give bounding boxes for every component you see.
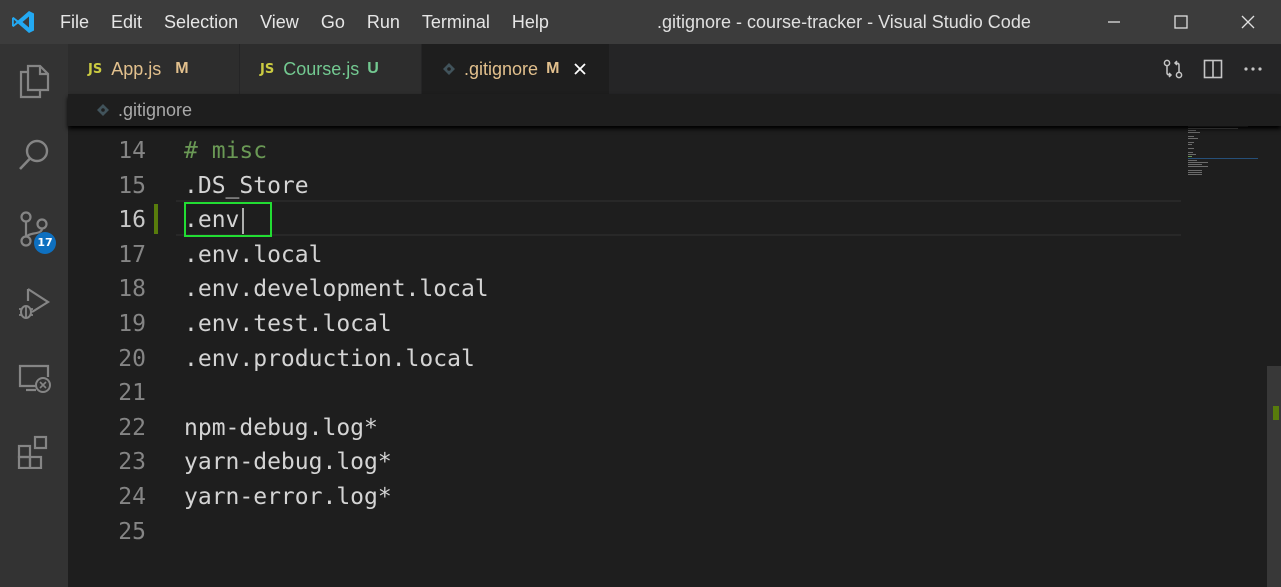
activity-extensions[interactable] <box>0 414 68 488</box>
line-number: 22 <box>118 414 146 441</box>
activity-explorer[interactable] <box>0 44 68 118</box>
menu-go[interactable]: Go <box>310 0 356 44</box>
breadcrumb: .gitignore <box>68 94 1281 126</box>
editor-actions <box>1161 44 1265 94</box>
menu-run[interactable]: Run <box>356 0 411 44</box>
window-controls <box>1080 0 1281 44</box>
run-debug-icon <box>19 288 51 319</box>
menu-file[interactable]: File <box>46 0 100 44</box>
activity-source-control[interactable]: 17 <box>0 192 68 266</box>
line-text: .DS_Store <box>184 172 309 199</box>
line-number: 20 <box>118 345 146 372</box>
tab-gitignore[interactable]: .gitignore M <box>422 44 610 94</box>
line-number: 24 <box>118 484 146 510</box>
code-line: 19 .env.test.local <box>68 307 1188 342</box>
extensions-icon <box>17 435 48 469</box>
tab-label: App.js <box>111 58 162 79</box>
editor-tab-bar: JS App.js M JS Course.js U .gitignore M <box>68 44 1281 94</box>
source-control-badge: 17 <box>34 232 56 254</box>
vertical-scrollbar[interactable] <box>1267 126 1281 587</box>
close-icon <box>1241 15 1254 29</box>
line-text: npm-debug.log* <box>184 414 378 441</box>
line-number: 19 <box>118 311 146 337</box>
breadcrumb-file[interactable]: .gitignore <box>118 100 192 121</box>
window-title: .gitignore - course-tracker - Visual Stu… <box>657 12 1031 32</box>
close-window-button[interactable] <box>1214 0 1281 44</box>
tab-app-js[interactable]: JS App.js M <box>68 44 240 94</box>
javascript-file-icon: JS <box>260 61 275 77</box>
code-line: 14 # misc <box>68 134 1188 169</box>
menu-bar: File Edit Selection View Go Run Terminal… <box>46 0 560 44</box>
line-number: 18 <box>118 276 146 303</box>
tab-git-status: M <box>546 60 560 77</box>
minimap[interactable] <box>1186 126 1266 186</box>
line-text: .env.test.local <box>184 311 392 337</box>
split-editor-button[interactable] <box>1201 57 1225 81</box>
title-bar: File Edit Selection View Go Run Terminal… <box>0 0 1281 44</box>
split-editor-icon <box>1203 59 1223 79</box>
code-line: 22 npm-debug.log* <box>68 411 1188 446</box>
remote-explorer-icon <box>18 364 51 393</box>
tab-label: Course.js <box>283 58 360 79</box>
code-line: 17 .env.local <box>68 238 1188 273</box>
code-line: 18 .env.development.local <box>68 272 1188 307</box>
activity-run-debug[interactable] <box>0 266 68 340</box>
scrollbar-change-marker <box>1273 406 1279 420</box>
search-icon <box>19 139 49 170</box>
activity-search[interactable] <box>0 118 68 192</box>
menu-terminal[interactable]: Terminal <box>411 0 501 44</box>
menu-view[interactable]: View <box>249 0 310 44</box>
code-line: 20 .env.production.local <box>68 342 1188 377</box>
line-number: 17 <box>118 241 146 268</box>
close-icon <box>574 63 587 75</box>
scrollbar-thumb[interactable] <box>1267 366 1281 587</box>
tab-course-js[interactable]: JS Course.js U <box>240 44 422 94</box>
more-actions-icon <box>1244 67 1262 71</box>
minimize-button[interactable] <box>1080 0 1147 44</box>
tab-close-button[interactable] <box>571 60 589 78</box>
code-editor[interactable]: 14 # misc 15 .DS_Store 16 .env 17 .env.l… <box>68 126 1281 587</box>
more-actions-button[interactable] <box>1241 57 1265 81</box>
line-text: # misc <box>184 138 268 164</box>
vscode-logo-icon <box>0 0 46 44</box>
activity-bar: 17 <box>0 44 68 587</box>
line-number: 15 <box>118 172 146 199</box>
code-line: 21 <box>68 376 1188 411</box>
line-text: .env.local <box>184 241 323 268</box>
menu-selection[interactable]: Selection <box>153 0 249 44</box>
minimize-icon <box>1107 21 1120 23</box>
line-number: 25 <box>118 518 146 545</box>
maximize-icon <box>1173 15 1188 29</box>
tab-label: .gitignore <box>464 58 539 79</box>
text-cursor <box>242 208 244 234</box>
code-line: 25 <box>68 515 1188 550</box>
tab-git-status: M <box>175 60 189 77</box>
line-number: 16 <box>118 207 146 234</box>
gitignore-file-icon <box>442 62 456 76</box>
tab-git-status: U <box>367 60 379 77</box>
activity-remote-explorer[interactable] <box>0 340 68 414</box>
code-line: 15 .DS_Store <box>68 169 1188 204</box>
javascript-file-icon: JS <box>88 61 103 77</box>
menu-edit[interactable]: Edit <box>100 0 153 44</box>
line-number: 23 <box>118 449 146 476</box>
selection-highlight-box <box>184 202 272 237</box>
line-number: 21 <box>118 380 146 407</box>
line-text: .env.production.local <box>184 345 475 372</box>
open-changes-icon <box>1163 59 1183 79</box>
gitignore-file-icon <box>96 103 110 117</box>
files-icon <box>19 64 50 99</box>
line-text: yarn-error.log* <box>184 484 392 510</box>
line-number: 14 <box>118 138 146 164</box>
code-line: 23 yarn-debug.log* <box>68 445 1188 480</box>
line-text: yarn-debug.log* <box>184 449 392 476</box>
code-line: 24 yarn-error.log* <box>68 480 1188 515</box>
maximize-button[interactable] <box>1147 0 1214 44</box>
open-changes-button[interactable] <box>1161 57 1185 81</box>
menu-help[interactable]: Help <box>501 0 560 44</box>
line-text: .env.development.local <box>184 276 489 303</box>
